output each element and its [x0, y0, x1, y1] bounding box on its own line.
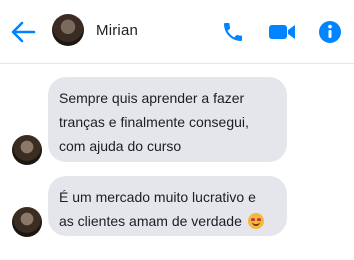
sender-avatar[interactable] [12, 135, 42, 165]
video-camera-icon[interactable] [268, 20, 296, 44]
message-bubble[interactable]: É um mercado muito lucrativo e as client… [48, 176, 287, 236]
back-arrow-icon[interactable] [10, 20, 36, 44]
message-line: as clientes amam de verdade [59, 209, 275, 233]
message-line: Sempre quis aprender a fazer [59, 90, 245, 106]
sender-avatar[interactable] [12, 207, 42, 237]
contact-name[interactable]: Mirian [96, 22, 138, 39]
message-line: tranças e finalmente consegui, [59, 114, 249, 130]
message-line: É um mercado muito lucrativo e [59, 189, 256, 205]
info-icon[interactable] [318, 20, 342, 44]
message-bubble[interactable]: Sempre quis aprender a fazer tranças e f… [48, 77, 287, 162]
message-line-text: as clientes amam de verdade [59, 213, 242, 229]
phone-icon[interactable] [221, 20, 245, 44]
chat-header: Mirian [0, 0, 354, 64]
smiling-face-with-hearts-icon [247, 213, 264, 229]
contact-avatar[interactable] [52, 14, 84, 46]
message-line: com ajuda do curso [59, 138, 182, 154]
